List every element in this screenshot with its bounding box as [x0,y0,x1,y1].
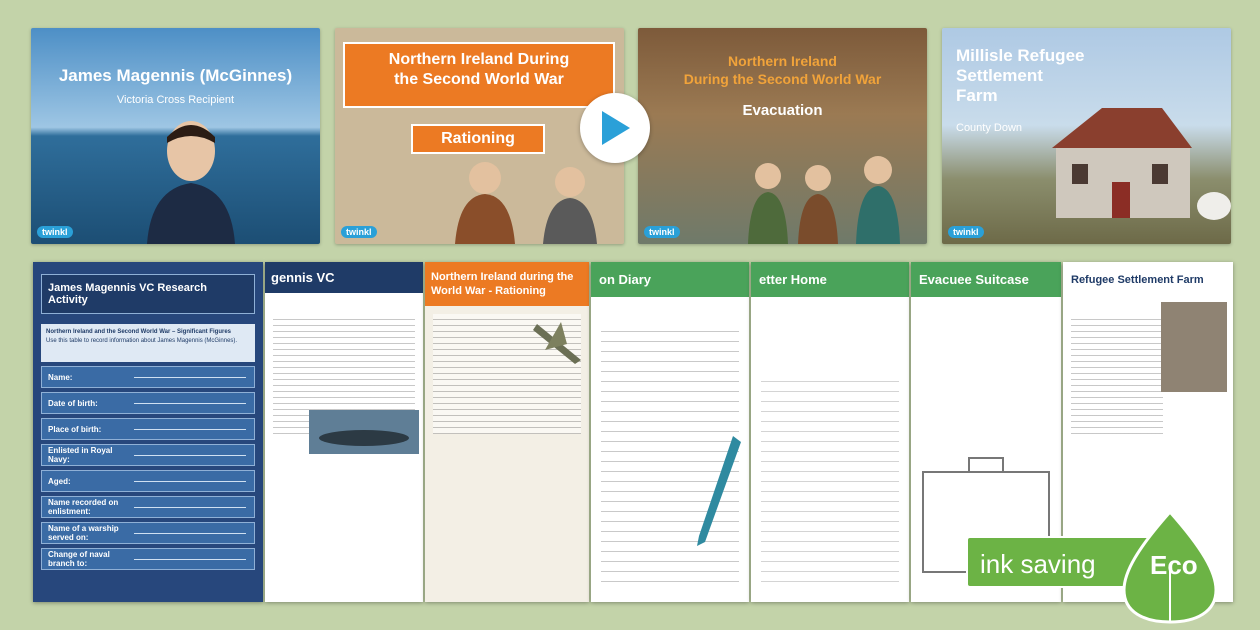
field-label: Place of birth: [48,424,102,434]
field-row[interactable]: Name recorded on enlistment: [41,496,255,518]
pen-icon [697,436,741,546]
doc-title: James Magennis VC Research Activity [41,274,255,314]
field-label: Name of a warship served on: [48,524,119,542]
play-button[interactable] [580,93,650,163]
slide-title-line: Farm [956,86,998,105]
doc-title: Northern Ireland during the World War - R… [425,262,589,306]
play-icon [602,111,630,145]
twinkl-logo: twinkl [644,226,680,238]
doc-intro-heading: Northern Ireland and the Second World Wa… [46,329,232,335]
slide-subtitle: Rationing [411,124,545,154]
doc-intro: Northern Ireland and the Second World Wa… [41,324,255,362]
field-row[interactable]: Name: [41,366,255,388]
children-illustration [748,156,900,244]
doc-letter-home[interactable]: etter Home [751,262,909,602]
twinkl-logo: twinkl [341,226,377,238]
slide-title-box: Northern Ireland During the Second World … [343,42,615,108]
slide-subtitle: County Down [956,122,1023,134]
doc-title: etter Home [751,262,909,297]
field-label: Date of birth: [48,398,98,408]
doc-research-activity[interactable]: James Magennis VC Research Activity Nort… [33,262,263,602]
slide-evacuation[interactable]: Northern Ireland During the Second World … [638,28,927,244]
field-label: Name: [48,372,73,382]
slide-subtitle: Victoria Cross Recipient [116,94,235,106]
doc-title-line: Northern Ireland during the [431,271,574,283]
doc-magennis-vc[interactable]: gennis VC [265,262,423,602]
doc-rationing[interactable]: Northern Ireland during the World War - R… [425,262,589,602]
slide-title-line: During the Second World War [683,71,882,87]
field-row[interactable]: Place of birth: [41,418,255,440]
field-label: Enlisted in Royal Navy: [48,446,113,464]
people-illustration [455,162,597,244]
field-label: Aged: [48,476,71,486]
slide-title-line: Northern Ireland During [388,51,570,68]
eco-label: Eco [1150,550,1198,580]
slide-title-line: Millisle Refugee [956,46,1085,65]
plane-illustration [533,322,581,364]
doc-body-text [1071,314,1163,434]
field-row[interactable]: Date of birth: [41,392,255,414]
doc-title: Refugee Settlement Farm [1071,274,1204,286]
slide-title-line: the Second World War [394,71,564,88]
field-row[interactable]: Aged: [41,470,255,492]
field-row[interactable]: Name of a warship served on: [41,522,255,544]
twinkl-logo: twinkl [37,226,73,238]
twinkl-logo: twinkl [948,226,984,238]
field-row[interactable]: Change of naval branch to: [41,548,255,570]
slide-title-line: Northern Ireland [728,53,837,69]
field-label: Name recorded on enlistment: [48,498,119,516]
slide-subtitle: Evacuation [742,102,823,119]
sailor-illustration [147,121,235,244]
doc-title: gennis VC [265,262,423,293]
ink-saving-badge: ink saving Eco [966,509,1234,624]
doc-evacuation-diary[interactable]: on Diary [591,262,749,602]
doc-title: Evacuee Suitcase [911,262,1061,297]
farmhouse-illustration [1052,108,1231,220]
doc-title-line: World War - Rationing [431,285,546,297]
doc-title: on Diary [591,262,749,297]
slide-millisle-farm[interactable]: Millisle Refugee Settlement Farm County Do… [942,28,1231,244]
field-row[interactable]: Enlisted in Royal Navy: [41,444,255,466]
doc-intro-text: Use this table to record information abo… [46,338,238,344]
photo-illustration [1161,302,1227,392]
submarine-illustration [309,410,419,454]
slide-title-line: Settlement [956,66,1043,85]
slide-title: James Magennis (McGinnes) [58,66,293,85]
slide-james-magennis[interactable]: James Magennis (McGinnes) Victoria Cross… [31,28,320,244]
writing-lines [761,372,899,582]
field-label: Change of naval branch to: [48,550,110,568]
